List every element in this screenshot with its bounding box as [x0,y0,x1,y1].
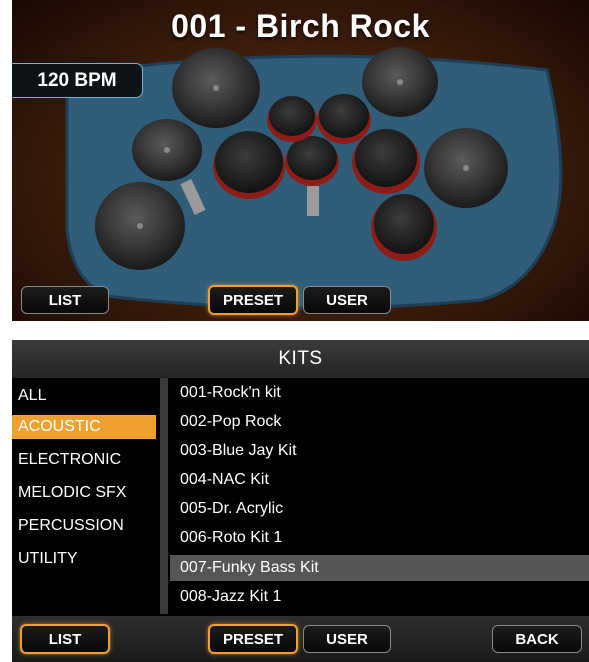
category-list: ALL ACOUSTIC ELECTRONIC MELODIC SFX PERC… [12,378,160,614]
drum-kit-illustration [65,47,563,310]
user-button[interactable]: USER [303,286,391,314]
back-button[interactable]: BACK [492,625,582,653]
kit-item[interactable]: 006-Roto Kit 1 [170,525,589,551]
bottom-button-bar: LIST PRESET USER BACK [12,616,589,662]
kits-browser: KITS ALL ACOUSTIC ELECTRONIC MELODIC SFX… [12,340,589,662]
kit-title: 001 - Birch Rock [171,8,430,44]
list-button[interactable]: LIST [20,624,110,654]
kit-item[interactable]: 004-NAC Kit [170,467,589,493]
category-item-electronic[interactable]: ELECTRONIC [12,448,156,472]
snare-drum-icon[interactable] [215,131,283,193]
kits-header: KITS [12,340,589,378]
tom-2-icon[interactable] [319,94,369,138]
kit-item[interactable]: 005-Dr. Acrylic [170,496,589,522]
kit-item-selected[interactable]: 007-Funky Bass Kit [170,555,589,581]
preset-button[interactable]: PRESET [208,624,298,654]
list-button[interactable]: LIST [21,286,109,314]
kick-pedal-icon [307,186,319,216]
category-item-acoustic[interactable]: ACOUSTIC [12,415,156,439]
category-item-melodic-sfx[interactable]: MELODIC SFX [12,481,156,505]
kit-item[interactable]: 002-Pop Rock [170,409,589,435]
category-item-percussion[interactable]: PERCUSSION [12,514,156,538]
tom-1-icon[interactable] [269,96,315,136]
category-item-all[interactable]: ALL [12,384,156,408]
category-item-utility[interactable]: UTILITY [12,547,156,571]
list-divider [160,378,168,614]
floor-tom-icon[interactable] [374,194,434,254]
preset-button[interactable]: PRESET [208,285,298,315]
drum-kit-view: 001 - Birch Rock 120 BPM LIST PRESET USE… [12,0,589,321]
kit-item[interactable]: 008-Jazz Kit 1 [170,584,589,610]
kick-drum-icon[interactable] [287,136,337,180]
kit-list: 001-Rock'n kit 002-Pop Rock 003-Blue Jay… [170,378,589,614]
bpm-display[interactable]: 120 BPM [12,63,143,98]
tom-3-icon[interactable] [355,129,417,187]
kit-item[interactable]: 001-Rock'n kit [170,380,589,406]
kit-item[interactable]: 003-Blue Jay Kit [170,438,589,464]
user-button[interactable]: USER [303,625,391,653]
